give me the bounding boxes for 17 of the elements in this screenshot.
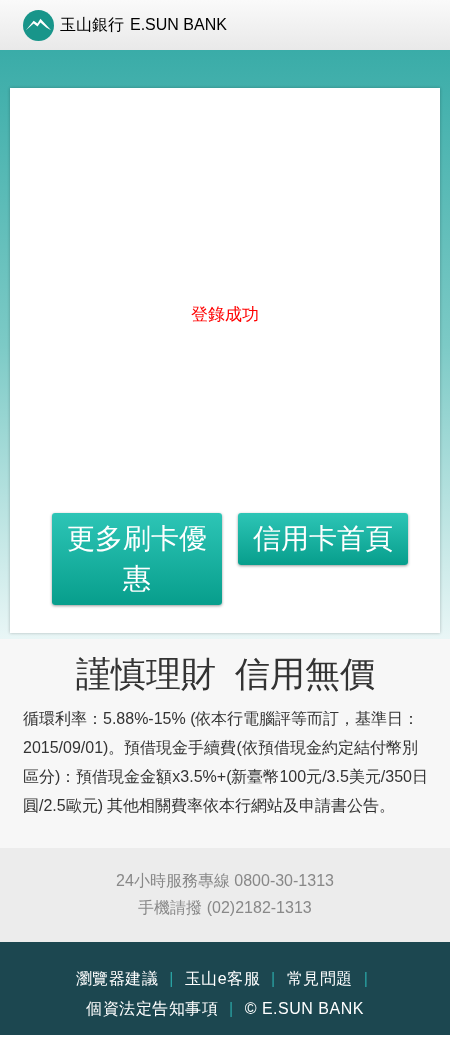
hotline-text: 手機請撥 (02)2182-1313 [138, 898, 312, 918]
bank-name-english: E.SUN BANK [130, 16, 227, 34]
mountain-logo-icon [23, 9, 54, 41]
footer-link[interactable]: 瀏覽器建議 [75, 970, 159, 987]
separator-text: | [271, 970, 276, 987]
success-message: 登錄成功 [191, 304, 259, 326]
separator-text: | [229, 1000, 234, 1017]
separator-text: | [363, 970, 369, 987]
footer-link[interactable]: 個資法定告知事項 [86, 1000, 219, 1017]
notice-text: 循環利率：5.88%-15% (依本行電腦評等而訂，基準日：2015/09/01)。預借現金手續費(依預借現金約定結付幣別區分)：預借現金金額x3.5%+(新臺幣100元/3.5美元/350日圓/2.5歐元) 其他相關費率依本行網站及申請書公告。 [23, 709, 428, 816]
footer-link[interactable]: 玉山e客服 [184, 970, 261, 987]
hotline-text: 24小時服務專線 0800-30-1313 [116, 871, 334, 891]
bank-name: 玉山銀行 [60, 14, 124, 35]
footer-link[interactable]: 常見問題 [286, 970, 353, 987]
notice-title: 謹慎理財 信用無價 [74, 653, 377, 695]
copyright-text: © E.SUN BANK [244, 1000, 364, 1017]
separator-text: | [169, 970, 174, 987]
